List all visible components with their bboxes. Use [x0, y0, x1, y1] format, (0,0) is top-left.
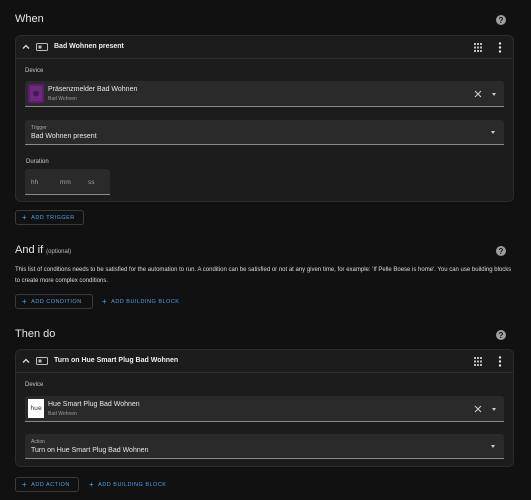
duration-label: Duration [26, 159, 49, 165]
trigger-card-title: Bad Wohnen present [54, 43, 124, 50]
plus-icon: + [22, 479, 28, 489]
device-label: Device [25, 382, 44, 388]
action-card: Turn on Hue Smart Plug Bad Wohnen Device… [15, 349, 514, 467]
action-card-header[interactable]: Turn on Hue Smart Plug Bad Wohnen [16, 350, 513, 373]
add-action-label: ADD ACTION [31, 481, 70, 488]
action-card-title: Turn on Hue Smart Plug Bad Wohnen [54, 357, 179, 364]
add-condition-button[interactable]: + ADD CONDITION [15, 294, 93, 309]
trigger-card: Bad Wohnen present Device Präsenzmelder … [15, 35, 514, 202]
chevron-up-icon[interactable] [22, 357, 30, 365]
dropdown-caret-icon[interactable] [491, 131, 495, 134]
action-value: Turn on Hue Smart Plug Bad Wohnen [31, 447, 149, 454]
help-icon[interactable]: ? [496, 15, 506, 25]
trigger-select[interactable]: Trigger Bad Wohnen present [25, 120, 504, 145]
dropdown-caret-icon[interactable] [492, 408, 496, 411]
drag-handle-icon[interactable] [474, 357, 482, 366]
drag-handle-icon[interactable] [474, 43, 482, 52]
plus-icon: + [102, 296, 108, 306]
dropdown-caret-icon[interactable] [492, 93, 496, 96]
add-trigger-label: ADD TRIGGER [31, 214, 75, 221]
add-trigger-button[interactable]: + ADD TRIGGER [15, 210, 84, 225]
then-do-heading: Then do [15, 328, 56, 340]
hue-logo-text: hue [30, 405, 42, 412]
plus-icon: + [22, 212, 28, 222]
dropdown-caret-icon[interactable] [491, 445, 495, 448]
add-building-block-button[interactable]: + ADD BUILDING BLOCK [83, 477, 177, 492]
when-heading: When [15, 13, 44, 25]
add-building-block-label: ADD BUILDING BLOCK [111, 298, 180, 305]
clear-icon[interactable] [474, 405, 482, 413]
duration-input[interactable]: hh mm ss [25, 169, 110, 195]
device-name: Präsenzmelder Bad Wohnen [48, 86, 138, 93]
add-building-block-button[interactable]: + ADD BUILDING BLOCK [96, 294, 190, 309]
and-if-title: And if [15, 244, 44, 256]
optional-label: (optional) [46, 249, 72, 255]
device-area: Bad Wohnen [48, 411, 77, 417]
device-name: Hue Smart Plug Bad Wohnen [48, 401, 140, 408]
and-if-heading: And if (optional) [15, 244, 71, 256]
help-icon[interactable]: ? [496, 246, 506, 256]
help-icon[interactable]: ? [496, 330, 506, 340]
action-label: Action [31, 439, 45, 445]
add-condition-label: ADD CONDITION [31, 298, 82, 305]
device-label: Device [25, 68, 44, 74]
conditions-description: This list of conditions needs to be sati… [15, 267, 512, 284]
device-icon [36, 43, 48, 51]
trigger-card-header[interactable]: Bad Wohnen present [16, 36, 513, 59]
device-area: Bad Wohnen [48, 96, 77, 102]
chevron-up-icon[interactable] [22, 43, 30, 51]
duration-seconds-input[interactable]: ss [88, 179, 95, 186]
add-building-block-label: ADD BUILDING BLOCK [98, 481, 167, 488]
device-picker[interactable]: Präsenzmelder Bad Wohnen Bad Wohnen [25, 81, 504, 107]
action-select[interactable]: Action Turn on Hue Smart Plug Bad Wohnen [25, 434, 504, 459]
trigger-label: Trigger [31, 125, 47, 131]
duration-minutes-input[interactable]: mm [60, 179, 71, 186]
motion-sensor-icon [28, 84, 44, 103]
add-action-button[interactable]: + ADD ACTION [15, 477, 79, 492]
device-picker[interactable]: hue Hue Smart Plug Bad Wohnen Bad Wohnen [25, 396, 504, 422]
clear-icon[interactable] [474, 90, 482, 98]
trigger-value: Bad Wohnen present [31, 133, 97, 140]
hue-logo-icon: hue [28, 399, 44, 418]
more-vertical-icon[interactable] [497, 42, 503, 53]
device-icon [36, 357, 48, 365]
duration-hours-input[interactable]: hh [31, 179, 38, 186]
plus-icon: + [22, 296, 28, 306]
plus-icon: + [89, 479, 95, 489]
more-vertical-icon[interactable] [497, 356, 503, 367]
